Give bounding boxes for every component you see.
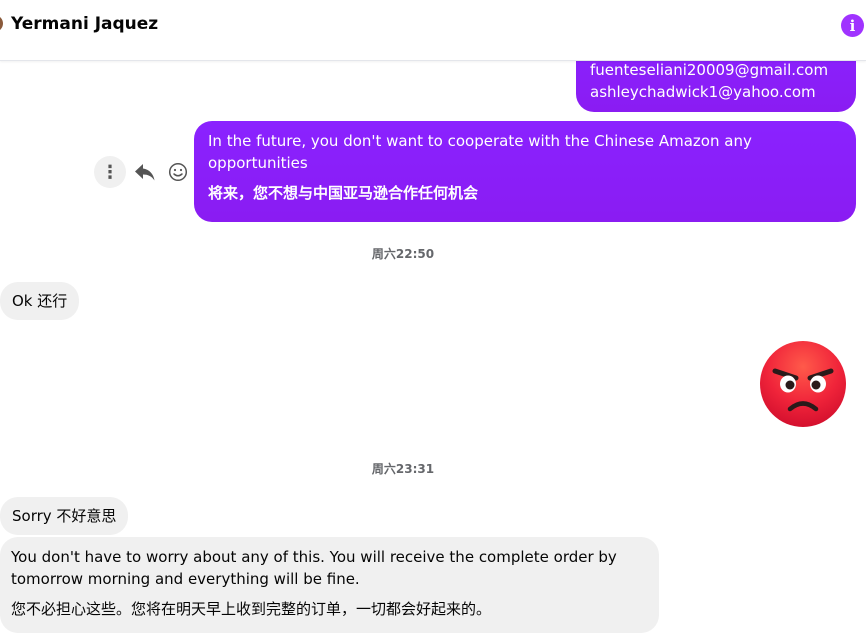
- message-bubble-sorry[interactable]: Sorry 不好意思: [0, 497, 129, 535]
- message-text-cn: 将来，您不想与中国亚马逊合作任何机会: [208, 184, 479, 202]
- timestamp: 周六23:31: [371, 462, 435, 476]
- conversation-header: Yermani Jaquez i: [0, 0, 866, 61]
- contact-avatar[interactable]: [0, 15, 3, 32]
- email-line-2: ashleychadwick1@yahoo.com: [590, 83, 816, 101]
- message-text-en: In the future, you don't want to coopera…: [208, 132, 752, 172]
- email-line-1: fuenteseliani20009@gmail.com: [590, 61, 829, 79]
- angry-face-icon[interactable]: [759, 340, 847, 428]
- message-text-cn: 您不必担心这些。您将在明天早上收到完整的订单，一切都会好起来的。: [11, 600, 492, 618]
- message-bubble-future[interactable]: In the future, you don't want to coopera…: [194, 121, 856, 222]
- message-actions: ⋮: [94, 156, 190, 188]
- message-bubble-ok[interactable]: Ok 还行: [0, 282, 80, 320]
- message-text-en: You don't have to worry about any of thi…: [11, 548, 617, 588]
- message-bubble-worry[interactable]: You don't have to worry about any of thi…: [0, 537, 659, 633]
- timestamp: 周六22:50: [371, 247, 435, 261]
- contact-name[interactable]: Yermani Jaquez: [11, 14, 158, 34]
- smiley-icon[interactable]: [166, 160, 190, 184]
- reply-icon[interactable]: [132, 159, 158, 185]
- info-icon[interactable]: i: [841, 14, 864, 37]
- more-vertical-icon[interactable]: ⋮: [94, 156, 126, 188]
